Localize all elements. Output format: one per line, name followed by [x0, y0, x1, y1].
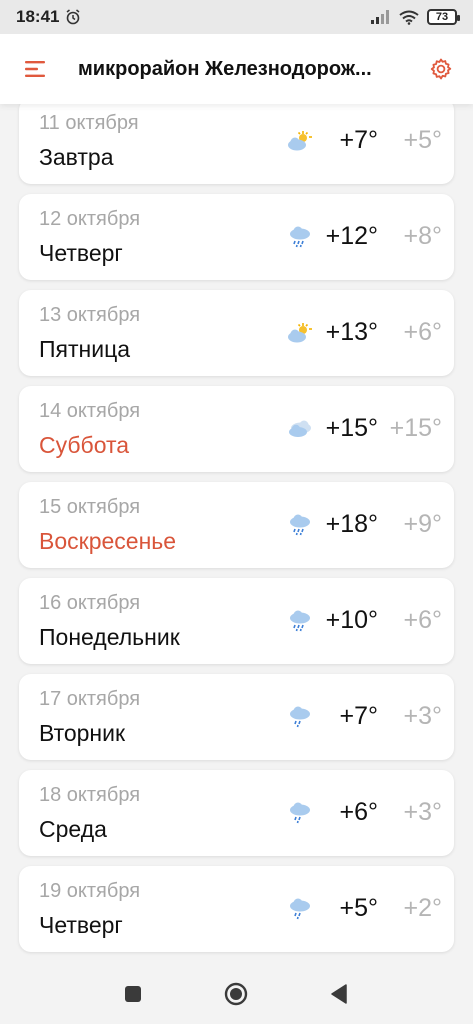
day-date: 13 октября: [39, 304, 141, 326]
back-triangle-icon: [331, 984, 347, 1004]
day-date: 17 октября: [39, 688, 141, 710]
temp-day: +13°: [325, 318, 378, 346]
status-icons: 73: [371, 9, 460, 25]
rain-icon: [290, 802, 310, 824]
forecast-day-card[interactable]: 18 октября Среда +6° +3°: [19, 770, 454, 856]
circle-icon: [224, 982, 248, 1006]
temp-night: +2°: [403, 894, 442, 922]
forecast-day-card[interactable]: 14 октября Суббота +15° +15°: [19, 386, 454, 472]
rain-icon: [290, 706, 310, 728]
temp-night: +6°: [403, 606, 442, 634]
recent-apps-button[interactable]: [111, 972, 155, 1016]
day-date: 19 октября: [39, 880, 141, 902]
wifi-icon: [399, 10, 419, 25]
temp-day: +5°: [339, 894, 378, 922]
location-title[interactable]: микрорайон Железнодорож...: [70, 58, 409, 81]
settings-button[interactable]: [409, 34, 473, 104]
temp-day: +10°: [325, 606, 378, 634]
alarm-icon: [67, 9, 80, 25]
forecast-day-card[interactable]: 16 октября Понедельник +10° +6°: [19, 578, 454, 664]
forecast-day-card[interactable]: 19 октября Четверг +5° +2°: [19, 866, 454, 952]
menu-button[interactable]: [0, 34, 70, 104]
rain-icon: [290, 610, 310, 632]
forecast-day-card[interactable]: 17 октября Вторник +7° +3°: [19, 674, 454, 760]
temp-day: +15°: [325, 414, 378, 442]
forecast-day-card[interactable]: 15 октября Воскресенье +18° +9°: [19, 482, 454, 568]
day-name: Среда: [39, 816, 107, 842]
partly-cloudy-icon: [288, 323, 312, 343]
square-icon: [125, 986, 141, 1002]
forecast-day-card[interactable]: 12 октября Четверг +12° +8°: [19, 194, 454, 280]
forecast-list[interactable]: 11 октября Завтра +7° +5° 12 октября Чет…: [0, 88, 473, 968]
partly-cloudy-icon: [288, 131, 312, 151]
temp-night: +6°: [403, 318, 442, 346]
day-date: 15 октября: [39, 496, 141, 518]
temp-night: +15°: [389, 414, 442, 442]
temp-day: +6°: [339, 798, 378, 826]
status-bar: 18:41 73: [0, 0, 473, 34]
home-button[interactable]: [214, 972, 258, 1016]
day-name: Четверг: [39, 912, 123, 938]
back-button[interactable]: [317, 972, 361, 1016]
temp-day: +7°: [339, 126, 378, 154]
temp-night: +3°: [403, 702, 442, 730]
cloudy-icon: [289, 420, 311, 437]
temp-day: +18°: [325, 510, 378, 538]
temp-night: +8°: [403, 222, 442, 250]
temp-night: +3°: [403, 798, 442, 826]
day-date: 18 октября: [39, 784, 141, 806]
system-nav-bar: [0, 964, 473, 1024]
signal-icon: [371, 10, 389, 24]
app-bar: микрорайон Железнодорож...: [0, 34, 473, 104]
day-name: Воскресенье: [39, 528, 177, 554]
day-name: Вторник: [39, 720, 126, 746]
status-time: 18:41: [16, 7, 60, 26]
temp-day: +7°: [339, 702, 378, 730]
battery-indicator: 73: [427, 9, 460, 25]
day-name: Понедельник: [39, 624, 180, 650]
day-date: 16 октября: [39, 592, 141, 614]
day-name: Пятница: [39, 336, 131, 362]
day-date: 12 октября: [39, 208, 141, 230]
temp-night: +5°: [403, 126, 442, 154]
day-name: Четверг: [39, 240, 123, 266]
gear-icon: [430, 58, 452, 80]
hamburger-icon: [25, 61, 45, 77]
forecast-day-card[interactable]: 13 октября Пятница +13° +6°: [19, 290, 454, 376]
rain-icon: [290, 514, 310, 536]
temp-day: +12°: [325, 222, 378, 250]
rain-icon: [290, 898, 310, 920]
weather-app: 18:41 73 микрорайон Железнодорож... 11 о…: [0, 0, 473, 1024]
day-name: Суббота: [39, 432, 130, 458]
temp-night: +9°: [403, 510, 442, 538]
day-date: 11 октября: [39, 112, 139, 134]
day-date: 14 октября: [39, 400, 141, 422]
forecast-day-card[interactable]: 11 октября Завтра +7° +5°: [19, 98, 454, 184]
rain-icon: [290, 226, 310, 248]
day-name: Завтра: [39, 144, 114, 170]
